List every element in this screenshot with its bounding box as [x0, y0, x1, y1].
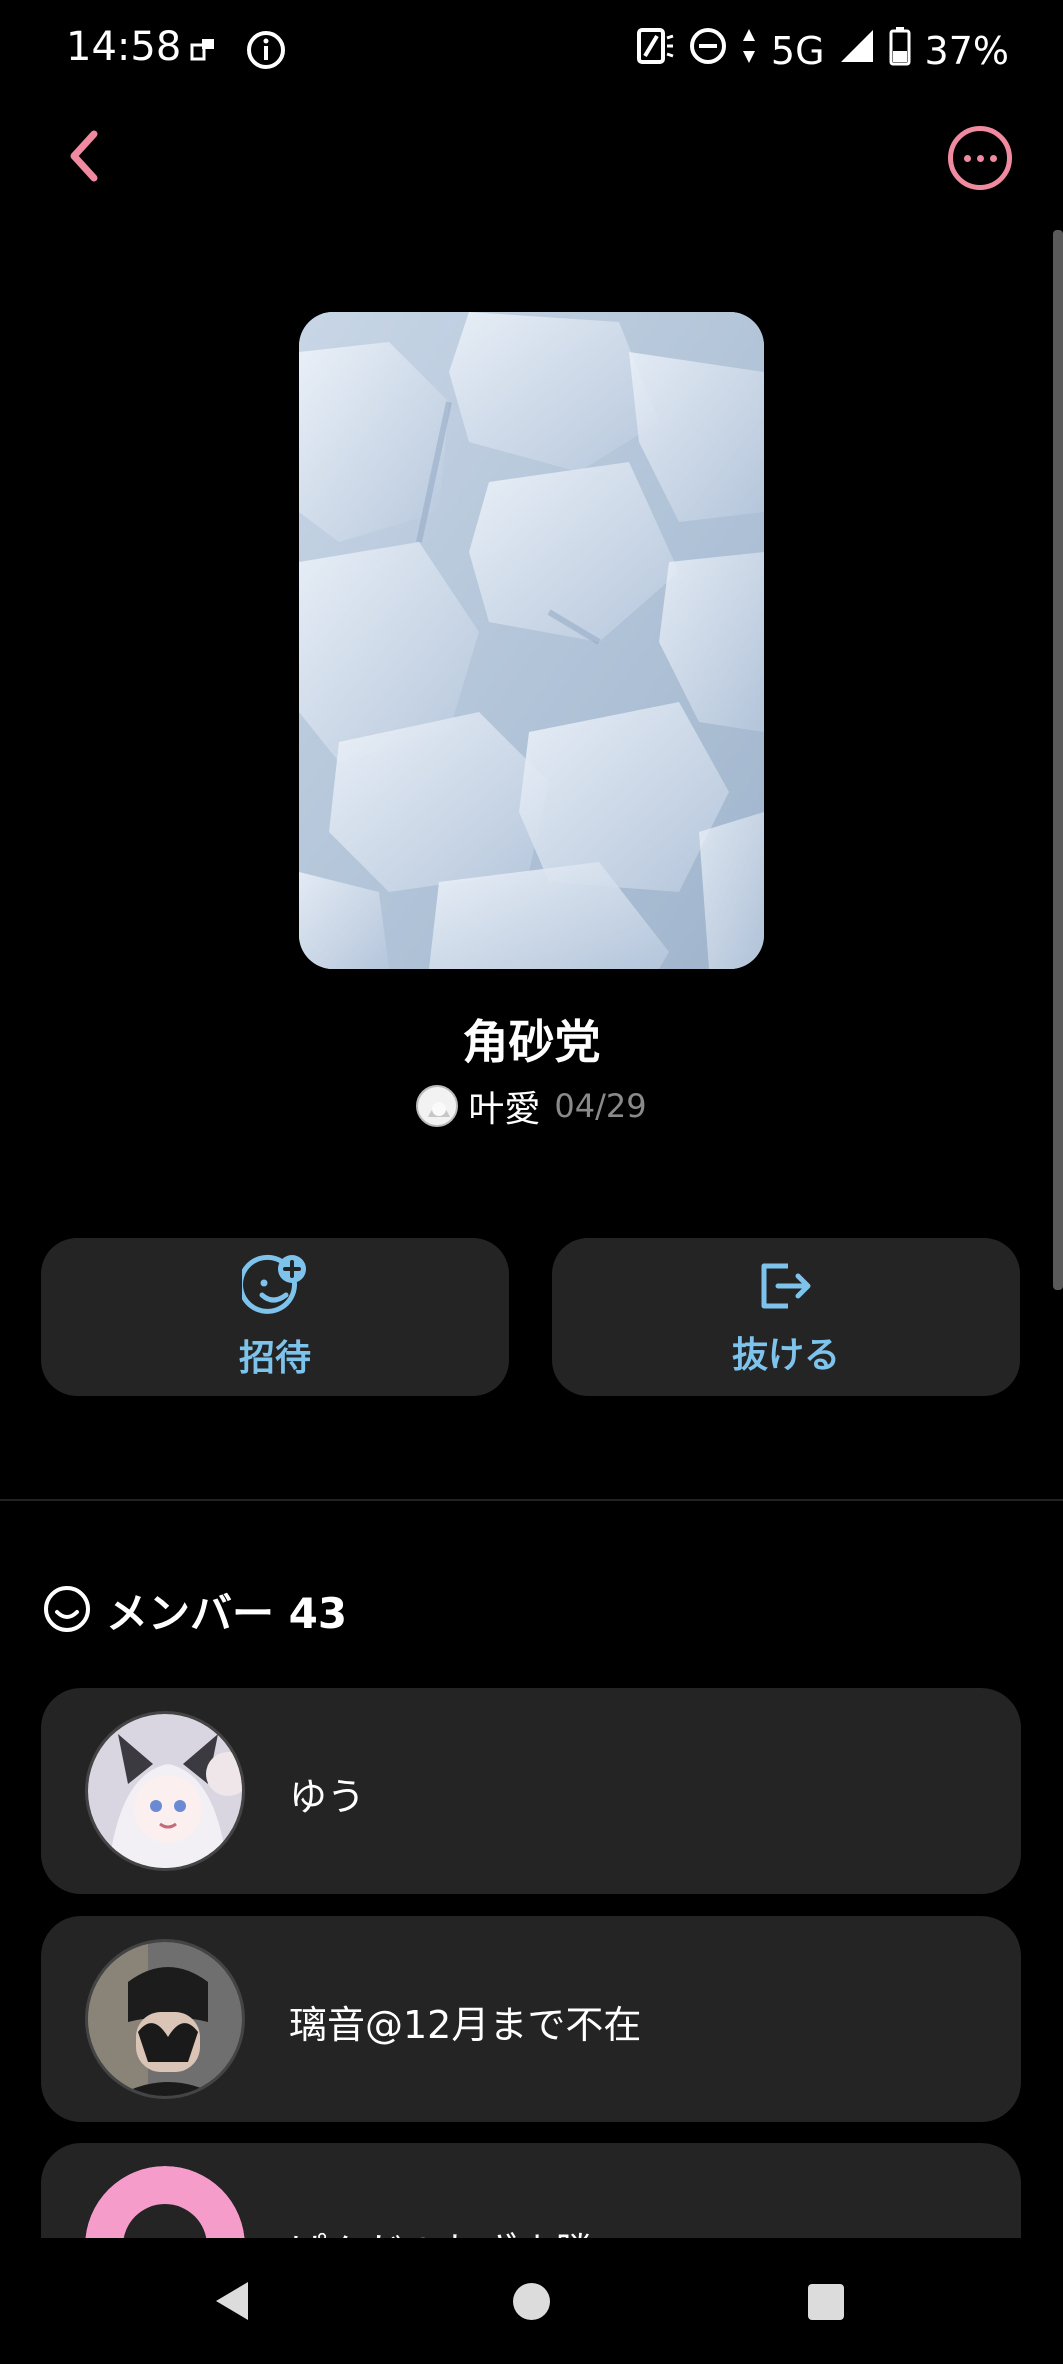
more-icon: [963, 154, 971, 162]
created-date: 04/29: [554, 1087, 647, 1125]
data-arrows-icon: [741, 27, 757, 74]
member-name: ゆう: [289, 1775, 366, 1819]
network-type: 5G: [770, 28, 825, 73]
member-avatar: [85, 1711, 245, 1871]
nav-back-icon[interactable]: [214, 2280, 250, 2326]
member-card[interactable]: ゆう: [41, 1688, 1021, 1894]
dnd-icon: [689, 27, 727, 74]
leave-label: 抜ける: [731, 1335, 840, 1376]
invite-label: 招待: [238, 1338, 311, 1379]
invite-button[interactable]: 招待: [41, 1238, 509, 1396]
notification-icon: [188, 35, 218, 69]
status-bar: 14:58 5G 37%: [0, 0, 1063, 100]
members-label: メンバー 43: [106, 1589, 348, 1638]
smiley-icon: [42, 1584, 92, 1638]
creator-name[interactable]: 叶愛: [468, 1080, 540, 1132]
battery-icon: [889, 26, 911, 75]
signal-icon: [839, 28, 875, 73]
exit-icon: [756, 1256, 816, 1320]
battery-percent: 37%: [924, 28, 1009, 73]
leave-button[interactable]: 抜ける: [552, 1238, 1020, 1396]
more-options-button[interactable]: [948, 126, 1012, 190]
add-person-icon: [238, 1253, 308, 1323]
nfc-icon: [635, 26, 675, 75]
info-icon: [246, 30, 286, 74]
creator-row: 叶愛 04/29: [0, 1080, 1063, 1132]
divider: [0, 1499, 1063, 1501]
back-button[interactable]: [58, 128, 108, 188]
member-card[interactable]: 璃音@12月まで不在: [41, 1916, 1021, 2122]
nav-recent-apps-icon[interactable]: [808, 2284, 844, 2320]
chevron-left-icon: [66, 130, 100, 186]
group-cover-image[interactable]: [299, 312, 764, 969]
member-name: 璃音@12月まで不在: [289, 2003, 642, 2047]
member-avatar: [85, 1939, 245, 2099]
status-time: 14:58: [66, 24, 182, 70]
group-title: 角砂党: [462, 1015, 601, 1069]
system-nav-bar: [0, 2238, 1063, 2364]
creator-avatar[interactable]: [416, 1085, 459, 1127]
members-header: メンバー 43: [42, 1580, 347, 1641]
nav-home-icon[interactable]: [513, 2283, 550, 2320]
